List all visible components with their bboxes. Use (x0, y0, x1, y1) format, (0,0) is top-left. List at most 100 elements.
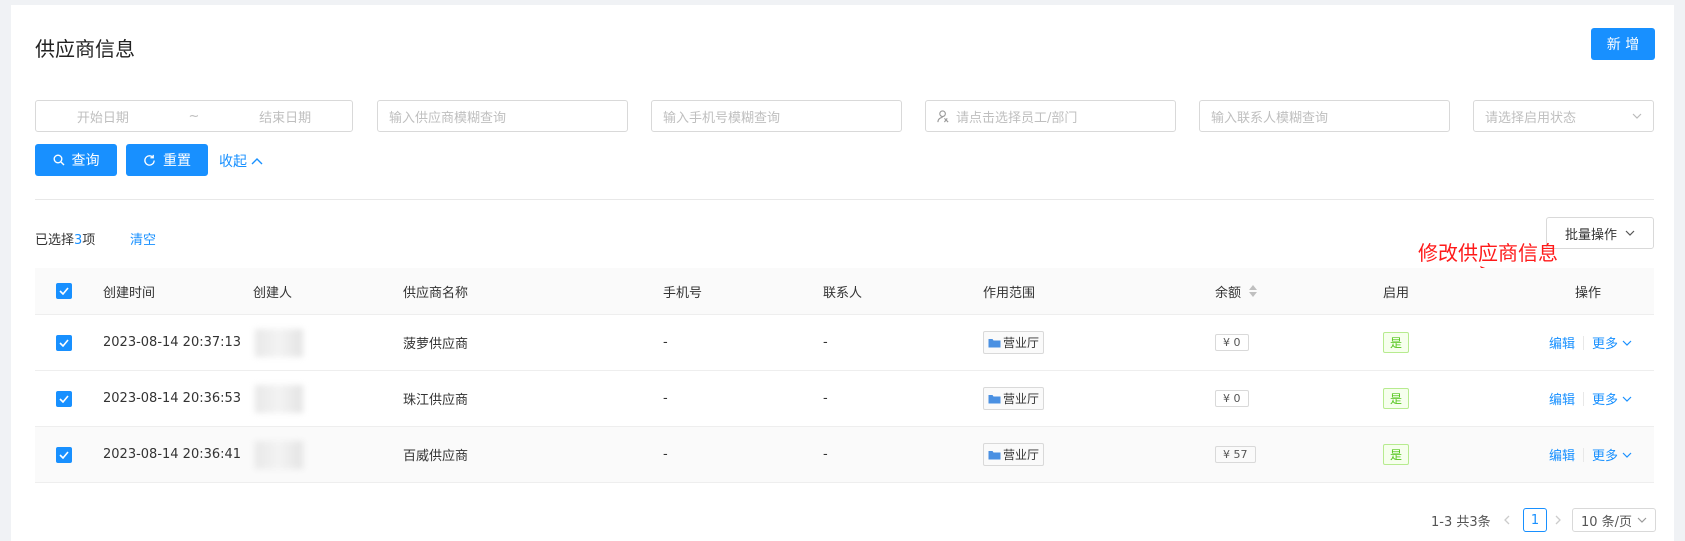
chevron-down-icon (1622, 396, 1632, 402)
supplier-table: 创建时间 创建人 供应商名称 手机号 联系人 作用范围 余额 启用 操作 202… (35, 268, 1654, 483)
annotation-text: 修改供应商信息 (1418, 241, 1558, 265)
chevron-down-icon (1622, 340, 1632, 346)
cell-name: 百威供应商 (403, 449, 469, 464)
cell-time: 2023-08-14 20:36:53 (103, 391, 242, 406)
status-select[interactable]: 请选择启用状态 (1473, 100, 1654, 132)
user-icon (937, 109, 949, 122)
cell-phone: - (663, 391, 668, 406)
check-icon (59, 338, 69, 347)
date-range-picker[interactable]: 开始日期 ~ 结束日期 (35, 100, 353, 132)
table-row: 2023-08-14 20:36:53 珠江供应商 - - 营业厅 ¥ 0 是 … (35, 371, 1654, 427)
more-link[interactable]: 更多 (1592, 333, 1618, 352)
more-link[interactable]: 更多 (1592, 389, 1618, 408)
range-separator: ~ (188, 108, 200, 124)
search-icon (53, 154, 64, 166)
cell-ops: 编辑 更多 (1549, 315, 1632, 370)
select-all-checkbox[interactable] (56, 283, 72, 299)
chevron-up-icon (251, 158, 263, 165)
row-select-cell (56, 315, 72, 370)
header-ops: 操作 (1575, 285, 1602, 301)
row-checkbox[interactable] (56, 334, 72, 351)
cell-creator (253, 371, 303, 426)
header-contact: 联系人 (823, 285, 863, 301)
header-creator: 创建人 (253, 285, 293, 301)
header-name: 供应商名称 (403, 285, 469, 301)
add-button[interactable]: 新 增 (1591, 28, 1655, 60)
staff-select-placeholder: 请点击选择员工/部门 (956, 110, 1078, 126)
divider (35, 199, 1654, 200)
scope-tag-label: 营业厅 (1003, 392, 1040, 406)
page-1-button[interactable]: 1 (1523, 508, 1547, 532)
collapse-label: 收起 (219, 154, 247, 170)
header-time: 创建时间 (103, 285, 156, 301)
collapse-toggle[interactable]: 收起 (219, 151, 263, 171)
selection-info: 已选择3项 (35, 229, 95, 248)
clear-selection-link[interactable]: 清空 (130, 229, 156, 248)
cell-balance: ¥ 0 (1215, 371, 1249, 426)
refresh-icon (144, 154, 155, 166)
staff-select-input[interactable]: 请点击选择员工/部门 (925, 100, 1176, 132)
ops-separator (1583, 447, 1585, 462)
cell-enabled: 是 (1383, 315, 1410, 370)
cell-scope: 营业厅 (983, 371, 1045, 426)
cell-ops: 编辑 更多 (1549, 371, 1632, 426)
more-link[interactable]: 更多 (1592, 445, 1618, 464)
ops-separator (1583, 335, 1585, 350)
contact-search-input[interactable]: 输入联系人模糊查询 (1199, 100, 1450, 132)
edit-link[interactable]: 编辑 (1549, 389, 1575, 408)
header-balance[interactable]: 余额 (1215, 268, 1258, 314)
chevron-right-icon (1555, 515, 1561, 525)
chevron-down-icon (1622, 452, 1632, 458)
prev-page-button[interactable] (1503, 508, 1511, 532)
sort-icon[interactable] (1249, 285, 1258, 297)
scope-tag-label: 营业厅 (1003, 336, 1040, 350)
scope-tag: 营业厅 (983, 331, 1045, 354)
supplier-search-input[interactable]: 输入供应商模糊查询 (377, 100, 628, 132)
header-scope: 作用范围 (983, 285, 1036, 301)
query-button[interactable]: 查询 (35, 144, 117, 176)
row-checkbox[interactable] (56, 390, 72, 407)
batch-operations-button[interactable]: 批量操作 (1546, 217, 1654, 249)
start-date-input[interactable]: 开始日期 (77, 107, 129, 126)
end-date-input[interactable]: 结束日期 (259, 107, 311, 126)
edit-link[interactable]: 编辑 (1549, 445, 1575, 464)
cell-scope: 营业厅 (983, 315, 1045, 370)
page-size-select[interactable]: 10 条/页 (1572, 508, 1656, 532)
check-icon (59, 394, 69, 403)
row-select-cell (56, 427, 72, 482)
selection-prefix: 已选择 (35, 233, 75, 248)
table-row: 2023-08-14 20:36:41 百威供应商 - - 营业厅 ¥ 57 是… (35, 427, 1654, 483)
reset-button[interactable]: 重置 (126, 144, 208, 176)
enabled-tag: 是 (1383, 332, 1410, 353)
balance-tag: ¥ 57 (1215, 446, 1256, 463)
cell-balance: ¥ 0 (1215, 315, 1249, 370)
cell-enabled: 是 (1383, 427, 1410, 482)
blurred-creator (255, 440, 303, 469)
table-header: 创建时间 创建人 供应商名称 手机号 联系人 作用范围 余额 启用 操作 (35, 268, 1654, 315)
cell-name: 菠萝供应商 (403, 337, 469, 352)
scope-tag-label: 营业厅 (1003, 448, 1040, 462)
enabled-tag: 是 (1383, 388, 1410, 409)
phone-search-input[interactable]: 输入手机号模糊查询 (651, 100, 902, 132)
status-select-placeholder: 请选择启用状态 (1485, 110, 1577, 126)
select-all-cell (56, 268, 72, 314)
cell-contact: - (823, 391, 828, 406)
chevron-down-icon (1637, 517, 1647, 523)
selection-suffix: 项 (82, 233, 96, 248)
blurred-creator (255, 384, 303, 413)
row-checkbox[interactable] (56, 446, 72, 463)
cell-scope: 营业厅 (983, 427, 1045, 482)
next-page-button[interactable] (1554, 508, 1562, 532)
chevron-left-icon (1504, 515, 1510, 525)
cell-creator (253, 427, 303, 482)
page-title: 供应商信息 (35, 37, 135, 61)
check-icon (59, 450, 69, 459)
cell-balance: ¥ 57 (1215, 427, 1256, 482)
cell-name: 珠江供应商 (403, 393, 469, 408)
folder-icon (988, 450, 1001, 459)
row-select-cell (56, 371, 72, 426)
edit-link[interactable]: 编辑 (1549, 333, 1575, 352)
cell-phone: - (663, 335, 668, 350)
chevron-down-icon (1632, 113, 1642, 119)
header-balance-label: 余额 (1215, 285, 1242, 301)
